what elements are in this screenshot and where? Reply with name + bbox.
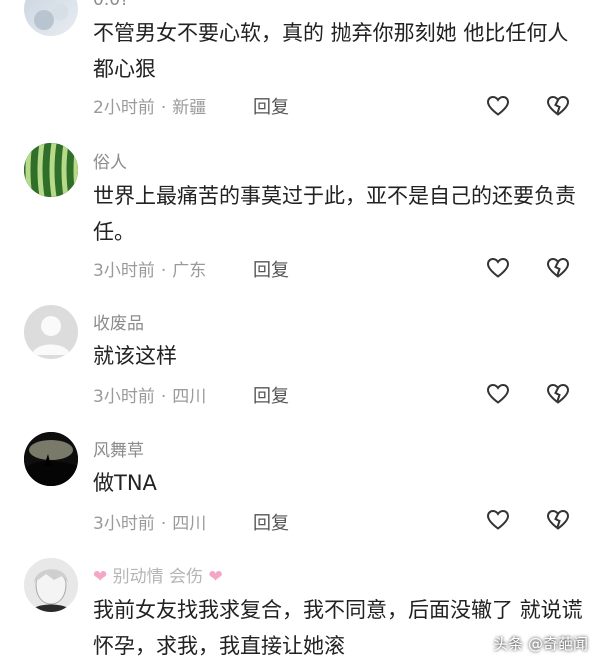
comment-text: 世界上最痛苦的事莫过于此，亚不是自己的还要负责任。: [93, 184, 576, 244]
reply-button[interactable]: 回复: [253, 93, 289, 119]
like-icon[interactable]: [486, 508, 510, 532]
heart-decoration-icon: ❤: [93, 567, 108, 587]
username[interactable]: ❤ 别动情 会伤 ❤: [93, 562, 223, 587]
like-icon[interactable]: [486, 382, 510, 406]
like-icon[interactable]: [486, 94, 510, 118]
reply-button[interactable]: 回复: [253, 382, 289, 408]
username[interactable]: 0.0?: [93, 0, 129, 10]
location: 广东: [172, 261, 207, 281]
location: 四川: [172, 514, 207, 534]
comment-text: 不管男女不要心软，真的 抛弃你那刻她 他比任何人都心狠: [93, 21, 569, 81]
separator: ·: [160, 514, 167, 534]
like-icon[interactable]: [486, 256, 510, 280]
dislike-icon[interactable]: [546, 94, 570, 118]
comment-text: 做TNA: [93, 471, 157, 495]
comment-meta: 3小时前 · 四川: [93, 382, 206, 407]
location: 新疆: [172, 98, 207, 118]
separator: ·: [160, 387, 167, 407]
timestamp: 3小时前: [93, 514, 155, 534]
comment-meta: 3小时前 · 广东: [93, 256, 206, 281]
timestamp: 3小时前: [93, 387, 155, 407]
heart-decoration-icon: ❤: [208, 567, 223, 587]
reply-button[interactable]: 回复: [253, 509, 289, 535]
avatar[interactable]: [24, 0, 78, 36]
avatar[interactable]: [24, 558, 78, 612]
separator: ·: [160, 98, 167, 118]
username[interactable]: 俗人: [93, 148, 127, 173]
dislike-icon[interactable]: [546, 508, 570, 532]
location: 四川: [172, 387, 207, 407]
avatar[interactable]: [24, 305, 78, 359]
comment-meta: 2小时前 · 新疆: [93, 93, 206, 118]
reply-button[interactable]: 回复: [253, 256, 289, 282]
dislike-icon[interactable]: [546, 256, 570, 280]
username[interactable]: 收废品: [93, 309, 144, 334]
username[interactable]: 风舞草: [93, 436, 144, 461]
comment-text: 就该这样: [93, 344, 177, 368]
timestamp: 2小时前: [93, 98, 155, 118]
dislike-icon[interactable]: [546, 382, 570, 406]
username-text: 别动情 会伤: [112, 567, 204, 587]
comment-meta: 3小时前 · 四川: [93, 509, 206, 534]
timestamp: 3小时前: [93, 261, 155, 281]
avatar[interactable]: [24, 432, 78, 486]
watermark: 头条 @奇葩闻: [493, 635, 588, 653]
separator: ·: [160, 261, 167, 281]
avatar[interactable]: [24, 143, 78, 197]
